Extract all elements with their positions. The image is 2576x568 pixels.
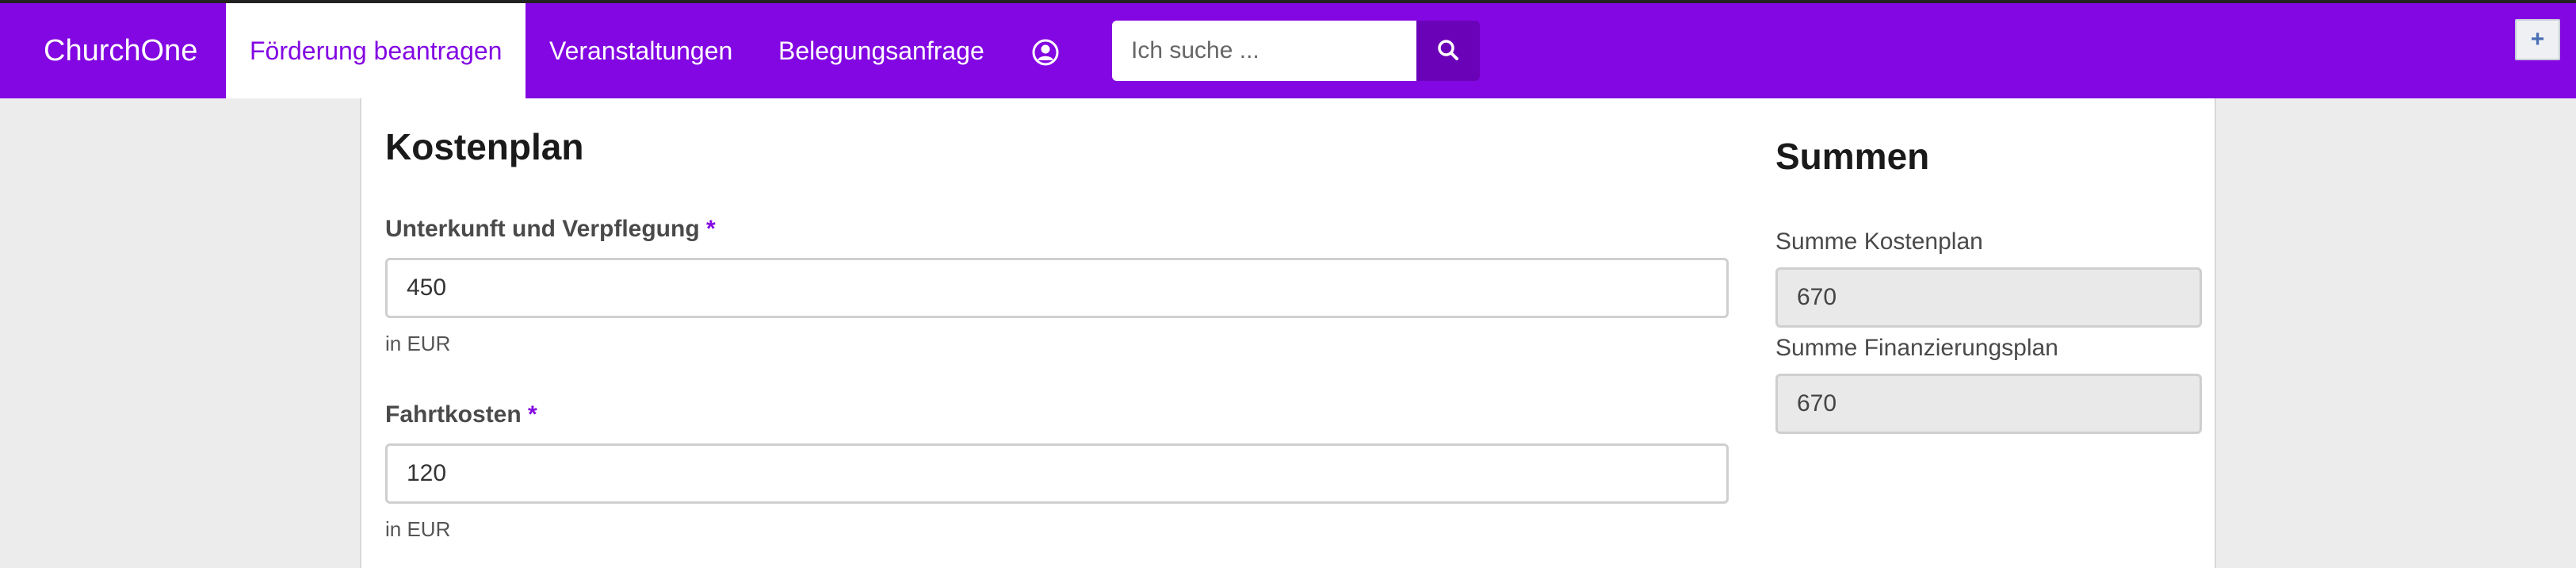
summe-kostenplan-field: 670 xyxy=(1775,267,2202,328)
fahrtkosten-help-text: in EUR xyxy=(385,517,451,541)
summe-kostenplan-label: Summe Kostenplan xyxy=(1775,228,1983,255)
add-button[interactable]: + xyxy=(2515,19,2560,60)
summen-heading: Summen xyxy=(1775,136,1930,177)
summe-finanzierungsplan-field: 670 xyxy=(1775,374,2202,434)
required-marker: * xyxy=(528,401,537,428)
search-icon xyxy=(1436,38,1460,64)
brand-logo-link[interactable]: ChurchOne xyxy=(44,3,197,98)
unterkunft-input[interactable]: 450 xyxy=(385,258,1729,318)
user-circle-icon[interactable] xyxy=(1032,39,1059,66)
search-button[interactable] xyxy=(1416,21,1480,81)
summe-finanzierungsplan-label: Summe Finanzierungsplan xyxy=(1775,335,2058,361)
fahrtkosten-label-text: Fahrtkosten xyxy=(385,401,522,428)
unterkunft-label-text: Unterkunft und Verpflegung xyxy=(385,216,700,242)
required-marker: * xyxy=(706,216,716,242)
fahrtkosten-input[interactable]: 120 xyxy=(385,443,1729,504)
nav-belegungsanfrage[interactable]: Belegungsanfrage xyxy=(778,3,984,98)
unterkunft-help-text: in EUR xyxy=(385,332,451,355)
unterkunft-label: Unterkunft und Verpflegung * xyxy=(385,216,716,243)
kostenplan-heading: Kostenplan xyxy=(385,126,584,167)
top-navbar: ChurchOne Förderung beantragen Veranstal… xyxy=(0,3,2576,98)
nav-veranstaltungen[interactable]: Veranstaltungen xyxy=(549,3,732,98)
fahrtkosten-label: Fahrtkosten * xyxy=(385,401,537,428)
search-input[interactable] xyxy=(1112,21,1416,81)
nav-foerderung-beantragen[interactable]: Förderung beantragen xyxy=(226,3,526,98)
